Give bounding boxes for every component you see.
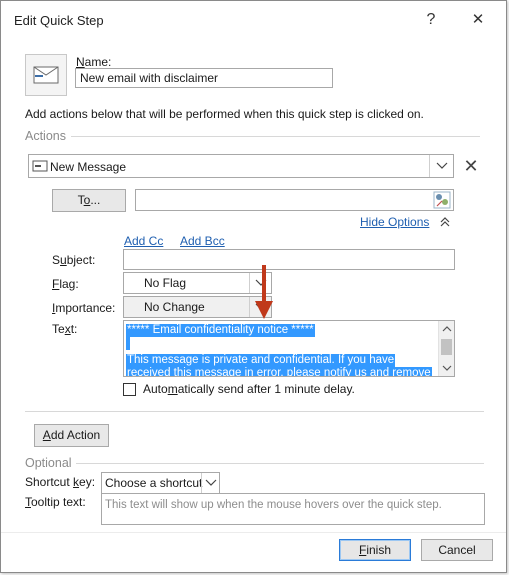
footer-divider — [1, 532, 506, 533]
tooltip-placeholder: This text will show up when the mouse ho… — [105, 499, 442, 511]
hide-options-link[interactable]: Hide Options — [360, 215, 429, 229]
importance-label: Importance: — [52, 301, 116, 315]
finish-button[interactable]: Finish — [339, 539, 411, 561]
flag-value: No Flag — [144, 276, 187, 290]
annotation-arrow-icon — [255, 265, 273, 319]
check-names-icon[interactable] — [433, 191, 451, 209]
action-type-dropdown-arrow[interactable] — [429, 155, 453, 177]
text-line: ***** Email confidentiality notice ***** — [126, 324, 315, 337]
chevron-down-icon — [436, 162, 447, 169]
shortcut-key-label: Shortcut key: — [25, 475, 96, 489]
scroll-up-icon[interactable] — [442, 325, 452, 333]
flag-dropdown[interactable]: No Flag — [123, 272, 272, 294]
shortcut-key-dropdown[interactable]: Choose a shortcut — [101, 472, 220, 494]
tooltip-text-input[interactable]: This text will show up when the mouse ho… — [101, 493, 485, 525]
importance-dropdown[interactable]: No Change — [123, 296, 272, 318]
scroll-down-icon[interactable] — [442, 364, 452, 372]
message-text-content: ***** Email confidentiality notice *****… — [126, 324, 432, 376]
shortcut-key-value: Choose a shortcut — [105, 476, 203, 490]
close-button[interactable]: ✕ — [461, 5, 495, 35]
title-bar: Edit Quick Step ? ✕ — [1, 1, 508, 39]
chevron-up-double-icon[interactable] — [439, 216, 451, 228]
envelope-icon — [33, 66, 59, 84]
optional-group-label: Optional — [25, 456, 72, 470]
remove-action-button[interactable]: ✕ — [460, 155, 482, 177]
instruction-text: Add actions below that will be performed… — [25, 107, 424, 121]
to-input[interactable] — [135, 189, 454, 211]
text-line — [126, 337, 130, 350]
actions-divider — [71, 136, 480, 137]
add-bcc-link[interactable]: Add Bcc — [180, 234, 225, 248]
cancel-button[interactable]: Cancel — [421, 539, 493, 561]
actions-frame-bottom — [25, 411, 484, 412]
shortcut-dropdown-arrow[interactable] — [201, 473, 219, 493]
action-type-value: New Message — [50, 160, 127, 174]
action-type-dropdown[interactable]: New Message — [28, 154, 454, 178]
subject-input[interactable] — [123, 249, 455, 270]
name-label: Name: — [76, 55, 112, 69]
text-line: This message is private and confidential… — [126, 354, 396, 367]
to-button[interactable]: To... — [52, 189, 126, 212]
new-message-icon — [32, 160, 48, 172]
add-cc-link[interactable]: Add Cc — [124, 234, 163, 248]
scrollbar-thumb[interactable] — [441, 339, 452, 355]
auto-send-label[interactable]: Automatically send after 1 minute delay. — [143, 382, 355, 396]
text-area-scrollbar[interactable] — [438, 321, 454, 376]
auto-send-checkbox[interactable] — [123, 383, 136, 396]
text-label: Text: — [52, 322, 78, 336]
quick-step-icon-button[interactable] — [25, 54, 67, 96]
dialog-title: Edit Quick Step — [14, 13, 104, 28]
name-input[interactable]: New email with disclaimer — [75, 68, 333, 88]
chevron-down-icon — [205, 479, 216, 486]
edit-quick-step-dialog: Edit Quick Step ? ✕ Name: New email with… — [0, 0, 507, 573]
optional-divider — [76, 463, 484, 464]
subject-label: Subject: — [52, 253, 96, 267]
help-button[interactable]: ? — [414, 5, 448, 35]
text-line: received this message in error, please n… — [126, 367, 432, 376]
message-text-area[interactable]: ***** Email confidentiality notice *****… — [123, 320, 455, 377]
add-action-button[interactable]: Add Action — [34, 424, 109, 447]
importance-value: No Change — [144, 300, 205, 314]
flag-label: Flag: — [52, 277, 79, 291]
actions-group-label: Actions — [25, 129, 66, 143]
tooltip-text-label: Tooltip text: — [25, 495, 86, 509]
